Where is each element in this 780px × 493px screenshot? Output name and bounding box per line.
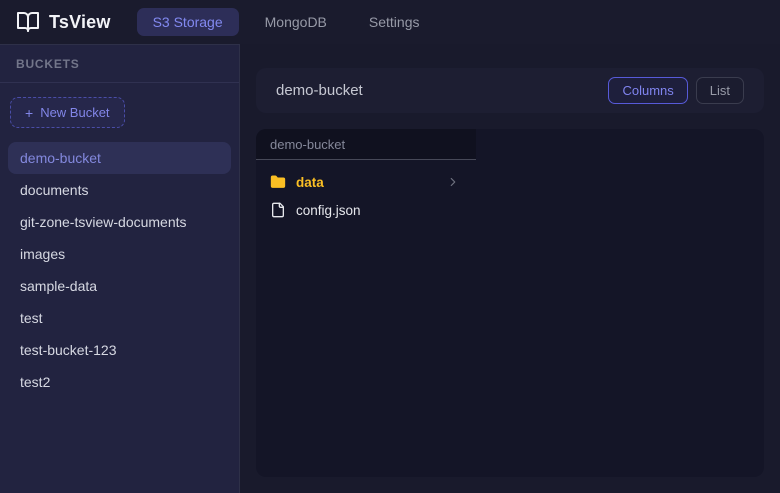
- browser-column: demo-bucket data: [256, 129, 476, 477]
- app-window: TsView S3 Storage MongoDB Settings BUCKE…: [0, 0, 780, 493]
- main-content: demo-bucket Columns List demo-bucket: [240, 44, 780, 493]
- view-toggle: Columns List: [608, 77, 744, 104]
- tab-s3-storage[interactable]: S3 Storage: [137, 8, 239, 36]
- chevron-right-icon: [446, 175, 460, 189]
- bucket-item-test-bucket-123[interactable]: test-bucket-123: [8, 334, 231, 366]
- file-row-config-json[interactable]: config.json: [256, 196, 476, 224]
- file-icon: [270, 202, 286, 218]
- book-open-icon: [16, 10, 40, 34]
- column-rows: data: [256, 160, 476, 224]
- sidebar-header: BUCKETS: [0, 45, 239, 83]
- nav-tabs: S3 Storage MongoDB Settings: [137, 8, 436, 36]
- top-navbar: TsView S3 Storage MongoDB Settings: [0, 0, 780, 44]
- body-split: BUCKETS + New Bucket demo-bucket documen…: [0, 44, 780, 493]
- folder-icon: [270, 174, 286, 190]
- tab-mongodb[interactable]: MongoDB: [249, 8, 343, 36]
- new-bucket-label: New Bucket: [40, 105, 109, 120]
- bucket-item-test2[interactable]: test2: [8, 366, 231, 398]
- file-browser-panel: demo-bucket data: [256, 129, 764, 477]
- current-bucket-title: demo-bucket: [276, 82, 363, 99]
- bucket-item-images[interactable]: images: [8, 238, 231, 270]
- app-title: TsView: [49, 12, 111, 33]
- plus-icon: +: [25, 106, 33, 120]
- list-view-button[interactable]: List: [696, 77, 744, 104]
- file-name: config.json: [296, 203, 361, 218]
- tab-settings[interactable]: Settings: [353, 8, 436, 36]
- new-bucket-button[interactable]: + New Bucket: [10, 97, 125, 128]
- bucket-item-demo-bucket[interactable]: demo-bucket: [8, 142, 231, 174]
- columns-view-button[interactable]: Columns: [608, 77, 687, 104]
- folder-name: data: [296, 175, 324, 190]
- bucket-list: demo-bucket documents git-zone-tsview-do…: [0, 138, 239, 402]
- bucket-item-sample-data[interactable]: sample-data: [8, 270, 231, 302]
- buckets-heading: BUCKETS: [16, 57, 223, 71]
- app-logo: TsView: [16, 10, 111, 34]
- folder-row-data[interactable]: data: [256, 168, 476, 196]
- buckets-sidebar: BUCKETS + New Bucket demo-bucket documen…: [0, 44, 240, 493]
- bucket-item-git-zone-tsview-documents[interactable]: git-zone-tsview-documents: [8, 206, 231, 238]
- bucket-item-test[interactable]: test: [8, 302, 231, 334]
- bucket-header-bar: demo-bucket Columns List: [256, 68, 764, 113]
- column-header: demo-bucket: [256, 129, 476, 160]
- bucket-item-documents[interactable]: documents: [8, 174, 231, 206]
